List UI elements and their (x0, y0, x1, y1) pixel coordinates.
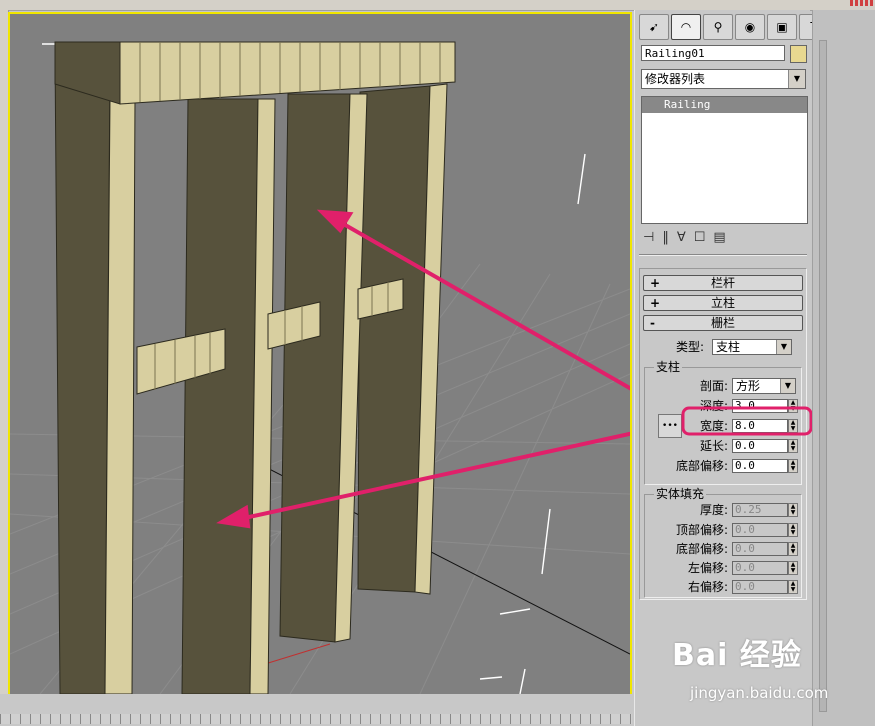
show-end-result-icon[interactable]: ‖ (662, 230, 669, 245)
spinner-arrows-icon[interactable]: ▲ ▼ (788, 542, 798, 556)
expand-icon: + (650, 296, 661, 310)
command-panel-scrollbar[interactable] (812, 10, 875, 726)
modifier-list-dropdown[interactable]: 修改器列表 ▼ (641, 69, 806, 89)
pin-stack-icon[interactable]: ⊣ (643, 230, 654, 245)
watermark-logo: Bai 经验 (672, 638, 802, 673)
local-axis-x (264, 643, 331, 665)
solid-fill-group-title: 实体填充 (654, 487, 707, 501)
rollout-posts-title: 立柱 (710, 296, 735, 310)
railing-post-2 (181, 98, 276, 694)
chevron-down-icon[interactable]: ▼ (776, 340, 791, 354)
object-name-field[interactable]: Railing01 (641, 45, 785, 61)
bottom-timeline-strip (0, 694, 632, 726)
rollout-posts[interactable]: + 立柱 (643, 295, 803, 311)
profile-value: 方形 (736, 379, 761, 393)
bottom-offset-spinner[interactable]: 0.0 (732, 459, 788, 473)
watermark-url: jingyan.baidu.com (690, 684, 829, 702)
object-color-swatch[interactable] (790, 45, 807, 63)
top-offset-label: 顶部偏移: (675, 523, 728, 537)
stack-tools: ⊣ ‖ ∀ ☐ ▤ (643, 228, 803, 246)
hierarchy-icon[interactable]: ⚲ (703, 14, 733, 40)
create-icon[interactable]: ➹ (639, 14, 669, 40)
left-offset-label: 左偏移: (687, 561, 728, 575)
chevron-down-icon[interactable]: ▼ (780, 379, 795, 393)
divider (639, 254, 807, 256)
bottom-offset-label: 底部偏移: (675, 459, 728, 473)
modify-icon[interactable]: ◠ (671, 14, 701, 40)
type-value: 支柱 (716, 340, 741, 354)
thickness-label: 厚度: (699, 503, 728, 517)
right-offset-label: 右偏移: (687, 580, 728, 594)
profile-label: 剖面: (699, 379, 728, 393)
type-label: 类型: (676, 340, 705, 354)
display-icon[interactable]: ▣ (767, 14, 797, 40)
railing-post-1 (54, 53, 136, 694)
modifier-list-label: 修改器列表 (645, 72, 706, 86)
rollout-railing[interactable]: + 栏杆 (643, 275, 803, 291)
support-group-title: 支柱 (654, 360, 683, 374)
viewport-scene (10, 41, 630, 694)
fill-bottom-offset-spinner[interactable]: 0.0 (732, 542, 788, 556)
time-ruler[interactable] (0, 714, 632, 724)
scrollbar-track[interactable] (819, 40, 827, 712)
type-dropdown[interactable]: 支柱 ▼ (712, 339, 792, 355)
chevron-down-icon[interactable]: ▼ (788, 70, 805, 88)
top-offset-spinner[interactable]: 0.0 (732, 523, 788, 537)
railing-post-3 (279, 93, 368, 643)
profile-dropdown[interactable]: 方形 ▼ (732, 378, 796, 394)
rollout-railing-title: 栏杆 (710, 276, 735, 290)
spinner-arrows-icon[interactable]: ▲ ▼ (788, 561, 798, 575)
rollout-fencing[interactable]: - 栅栏 (643, 315, 803, 331)
perspective-viewport[interactable] (8, 12, 632, 696)
rollout-fencing-title: 栅栏 (710, 316, 735, 330)
motion-icon[interactable]: ◉ (735, 14, 765, 40)
spinner-arrows-icon[interactable]: ▲ ▼ (788, 580, 798, 594)
collapse-icon: - (650, 316, 655, 330)
railing-post-4 (357, 83, 448, 595)
modifier-stack[interactable]: Railing (641, 96, 808, 224)
expand-icon: + (650, 276, 661, 290)
command-panel-tabs: ➹ ◠ ⚲ ◉ ▣ T (639, 14, 829, 40)
command-panel: ➹ ◠ ⚲ ◉ ▣ T Railing01 修改器列表 ▼ Railing ⊣ … (634, 10, 829, 726)
baidu-jingyan-watermark: Bai 经验 jingyan.baidu.com (672, 630, 872, 710)
toolbar-indicator (850, 0, 875, 6)
modifier-stack-item[interactable]: Railing (642, 97, 807, 113)
right-offset-spinner[interactable]: 0.0 (732, 580, 788, 594)
configure-modifier-sets-icon[interactable]: ▤ (713, 230, 725, 245)
make-unique-icon[interactable]: ∀ (677, 230, 686, 245)
spinner-arrows-icon[interactable]: ▲ ▼ (788, 459, 798, 473)
fill-bottom-offset-label: 底部偏移: (675, 542, 728, 556)
thickness-spinner[interactable]: 0.25 (732, 503, 788, 517)
spinner-arrows-icon[interactable]: ▲ ▼ (788, 523, 798, 537)
remove-modifier-icon[interactable]: ☐ (694, 230, 706, 245)
left-offset-spinner[interactable]: 0.0 (732, 561, 788, 575)
spinner-arrows-icon[interactable]: ▲ ▼ (788, 503, 798, 517)
